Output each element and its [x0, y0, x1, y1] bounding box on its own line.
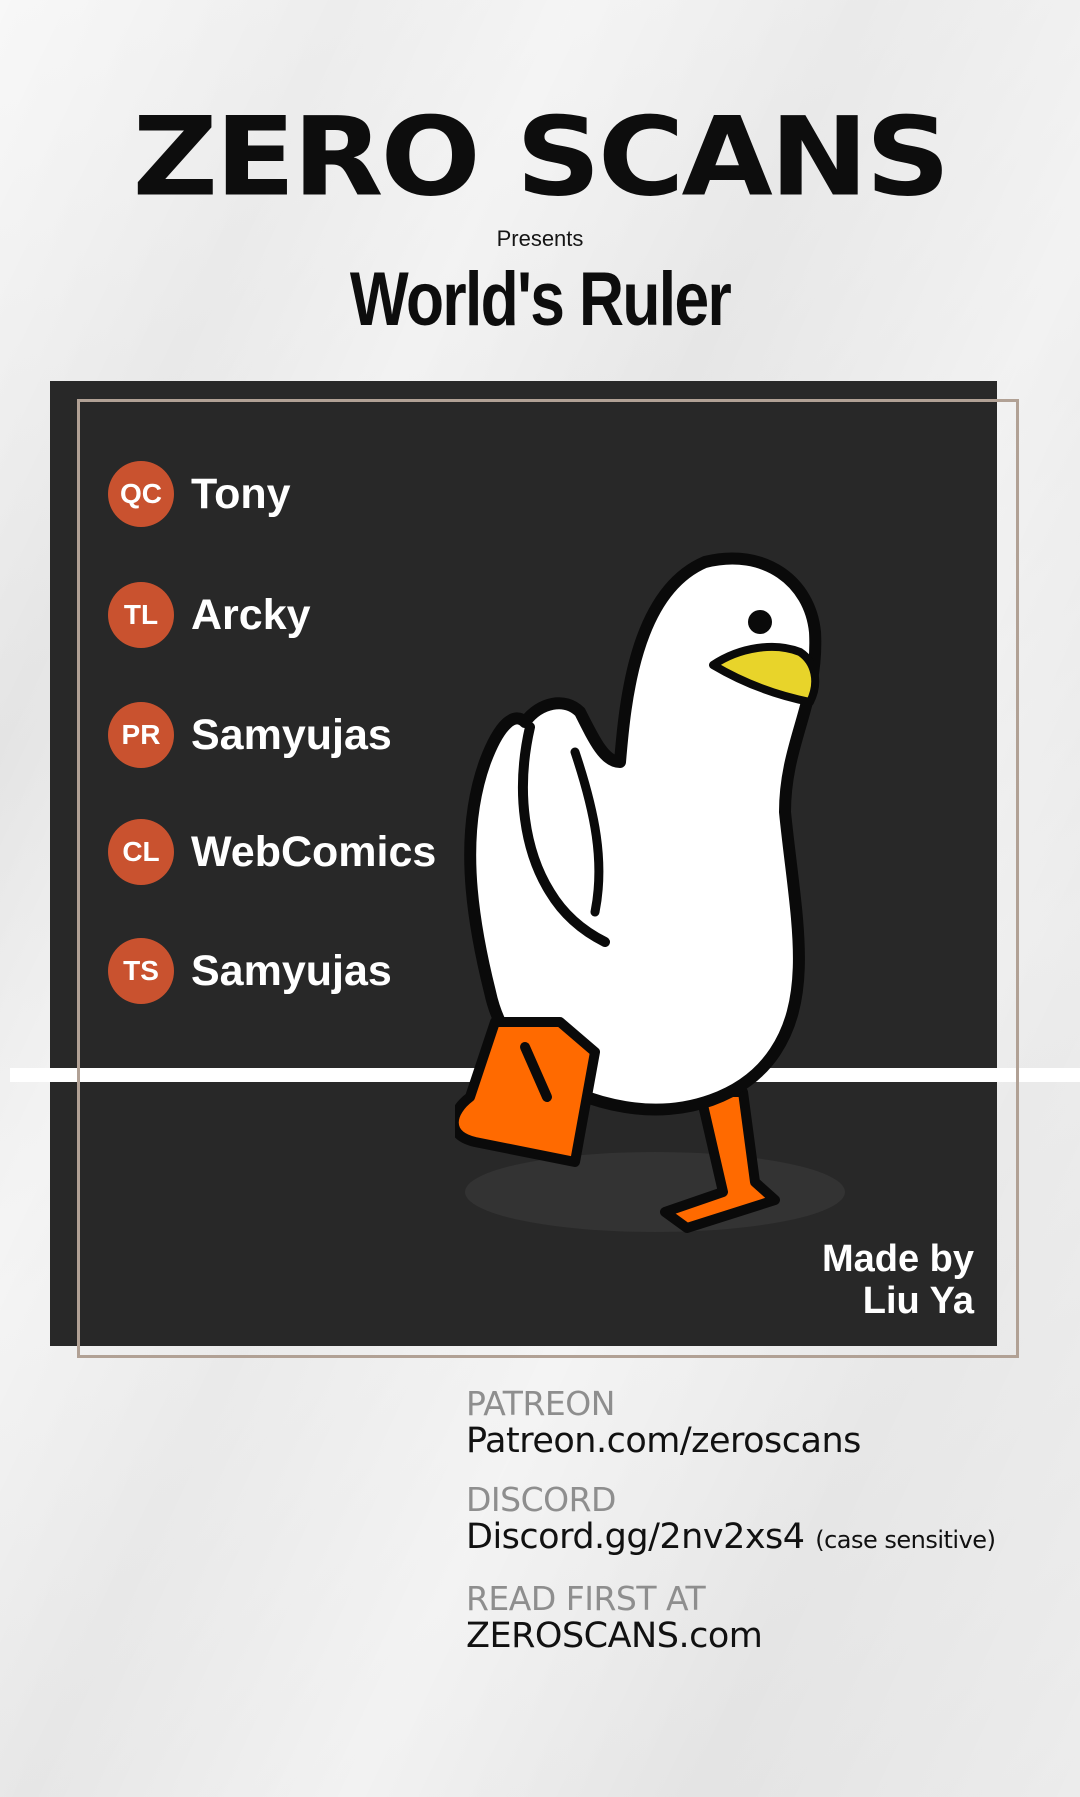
series-title: World's Ruler — [349, 257, 732, 342]
credit-name: Samyujas — [191, 946, 392, 995]
credit-name: WebComics — [191, 827, 437, 876]
duck-eye — [748, 610, 772, 634]
credit-row: QC Tony — [108, 461, 291, 527]
credit-name: Arcky — [191, 590, 311, 639]
made-by: Made by Liu Ya — [822, 1238, 974, 1322]
brand-logo: ZERO SCANS — [132, 93, 950, 221]
credit-row: PR Samyujas — [108, 702, 392, 768]
links-section: PATREON Patreon.com/zeroscans DISCORD Di… — [466, 1386, 1066, 1677]
site-link[interactable]: ZEROSCANS.com — [466, 1617, 1066, 1655]
role-badge-tl: TL — [108, 582, 174, 648]
made-by-author: Liu Ya — [862, 1280, 974, 1322]
role-badge-ts: TS — [108, 938, 174, 1004]
presents-text: Presents — [496, 226, 584, 251]
credit-row: TL Arcky — [108, 582, 311, 648]
link-block-patreon: PATREON Patreon.com/zeroscans — [466, 1384, 1066, 1461]
made-by-label: Made by — [821, 1238, 974, 1280]
link-value[interactable]: Patreon.com/zeroscans — [466, 1421, 861, 1461]
credit-row: CL WebComics — [108, 819, 436, 885]
role-badge-pr: PR — [108, 702, 174, 768]
patreon-link[interactable]: Patreon.com/zeroscans — [466, 1422, 1066, 1460]
credit-name: Tony — [191, 469, 291, 518]
link-block-discord: DISCORD Discord.gg/2nv2xs4 (case sensiti… — [466, 1482, 1066, 1559]
link-label: READ FIRST AT — [466, 1579, 706, 1618]
credit-row: TS Samyujas — [108, 938, 392, 1004]
duck-illustration — [455, 552, 845, 1233]
duck-shadow — [465, 1152, 845, 1232]
link-value[interactable]: Discord.gg/2nv2xs4 — [466, 1517, 805, 1557]
role-badge-cl: CL — [108, 819, 174, 885]
discord-link[interactable]: Discord.gg/2nv2xs4 (case sensitive) — [466, 1518, 1066, 1559]
link-value[interactable]: ZEROSCANS.com — [466, 1616, 763, 1656]
link-note: (case sensitive) — [815, 1526, 996, 1554]
credit-name: Samyujas — [191, 710, 392, 759]
link-block-site: READ FIRST AT ZEROSCANS.com — [466, 1579, 1066, 1656]
role-badge-qc: QC — [108, 461, 174, 527]
link-label: DISCORD — [466, 1480, 616, 1519]
link-label: PATREON — [466, 1384, 615, 1423]
